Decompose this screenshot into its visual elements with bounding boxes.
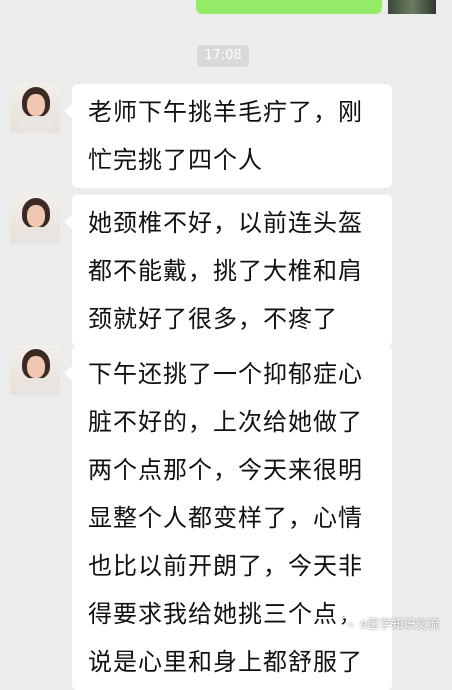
message-line: 下午还挑了一个抑郁症心 [88,360,363,388]
message-bubble[interactable]: 她颈椎不好，以前连头盔 都不能戴，挑了大椎和肩 颈就好了很多，不疼了 [64,195,392,347]
message-line: 都不能戴，挑了大椎和肩 [88,257,363,285]
own-message-bubble[interactable] [196,0,382,14]
message-line: 也比以前开朗了，今天非 [88,552,363,580]
message-line: 说是心里和身上都舒服了 [88,648,363,676]
message-bubble[interactable]: 老师下午挑羊毛疔了，刚 忙完挑了四个人 [64,84,392,188]
timestamp: 17:08 [197,45,249,67]
message-line: 得要求我给她挑三个点， [88,600,363,628]
sender-avatar[interactable] [10,83,60,133]
message-line: 两个点那个，今天来很明 [88,456,363,484]
wechat-icon [340,616,356,629]
message-line: 颈就好了很多，不疼了 [88,305,338,333]
message-line: 忙完挑了四个人 [88,146,263,174]
own-avatar[interactable] [388,0,436,14]
message-line: 脏不好的，上次给她做了 [88,408,363,436]
watermark-text: e医学知识交流 [360,616,440,631]
sender-avatar[interactable] [10,345,60,395]
message-bubble[interactable]: 下午还挑了一个抑郁症心 脏不好的，上次给她做了 两个点那个，今天来很明 显整个人… [64,346,392,690]
message-line: 显整个人都变样了，心情 [88,504,363,532]
message-line: 老师下午挑羊毛疔了，刚 [88,98,363,126]
watermark: e医学知识交流 [340,612,439,634]
sender-avatar[interactable] [10,194,60,244]
message-line: 她颈椎不好，以前连头盔 [88,209,363,237]
